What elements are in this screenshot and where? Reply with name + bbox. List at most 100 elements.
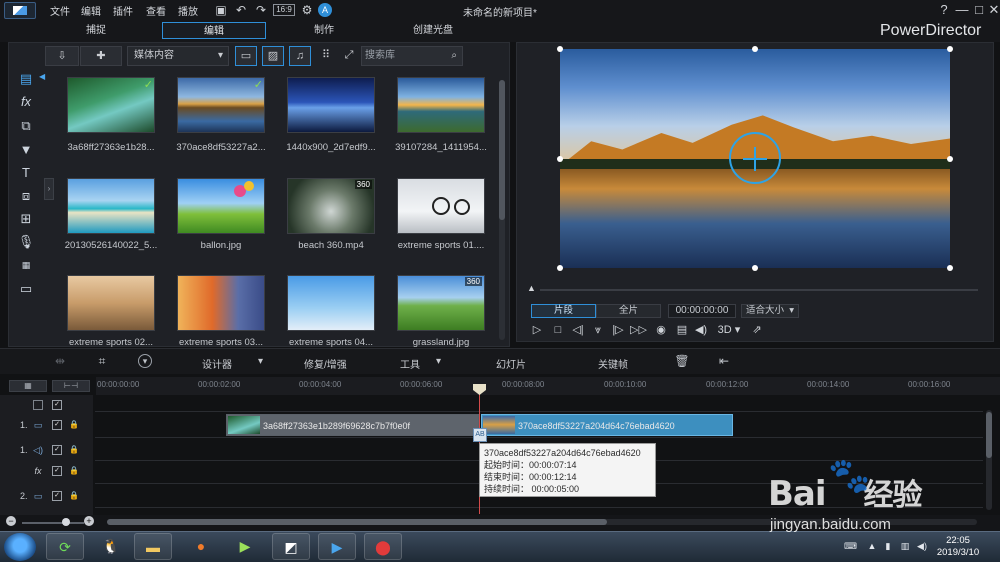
menu-view[interactable]: 查看 — [146, 3, 166, 18]
lock-icon[interactable]: 🔒 — [69, 466, 79, 476]
split-clip-icon[interactable]: ⇹ — [52, 353, 68, 369]
settings-icon[interactable]: ⚙ — [299, 2, 315, 18]
menu-plugins[interactable]: 插件 — [113, 3, 133, 18]
upgrade-icon[interactable]: A — [318, 3, 332, 17]
media-thumbnail[interactable]: 360 — [287, 178, 375, 234]
media-thumbnail[interactable] — [67, 178, 155, 234]
timecode-display[interactable]: 00:00:00:00 — [668, 304, 736, 318]
menu-playback[interactable]: 播放 — [178, 3, 198, 18]
tab-produce[interactable]: 制作 — [272, 22, 376, 39]
taskbar-app-360[interactable]: ⟳ — [46, 533, 84, 560]
transition-marker-icon[interactable]: AB — [473, 428, 487, 442]
timeline-clip-selected[interactable]: 370ace8df53227a204d64c76ebad4620 — [481, 414, 733, 436]
taskbar-app-player[interactable]: ▶ — [318, 533, 356, 560]
media-thumbnail[interactable]: ✓ — [177, 77, 265, 133]
fit-view-button[interactable]: ⤢ — [339, 46, 359, 66]
play-icon[interactable]: ▷ — [529, 323, 545, 337]
menu-edit[interactable]: 编辑 — [81, 3, 101, 18]
zoom-slider-knob[interactable] — [62, 518, 70, 526]
fit-timeline-button[interactable]: ⊢⊣ — [52, 380, 90, 392]
tab-create-disc[interactable]: 创建光盘 — [381, 22, 485, 39]
next-frame-icon[interactable]: |▷ — [610, 323, 626, 337]
pip-room-icon[interactable]: ⧉ — [17, 117, 35, 135]
track-enable-check[interactable]: ✓ — [52, 491, 62, 501]
track-manager-button[interactable]: ▦ — [9, 380, 47, 392]
chapter-room-icon[interactable]: ▦ — [17, 256, 35, 274]
timeline-clip[interactable]: 3a68ff27363e1b289f69628c7b7f0e0f — [226, 414, 479, 436]
media-room-icon[interactable]: ▤ — [17, 70, 35, 88]
close-button[interactable]: ✕ — [983, 1, 1000, 19]
voice-over-icon[interactable]: 🎙 — [17, 233, 35, 251]
library-search-input[interactable]: 搜索库 ⌕ — [361, 46, 463, 66]
3d-mode-button[interactable]: 3D ▾ — [716, 323, 742, 337]
preview-scrub-bar[interactable] — [540, 289, 978, 291]
grid-view-button[interactable]: ⠿ — [316, 46, 336, 66]
chevron-down-icon[interactable]: ▾ — [258, 356, 263, 367]
resize-handle[interactable] — [947, 265, 953, 271]
taskbar-app-explorer[interactable]: ▬ — [134, 533, 172, 560]
resize-handle[interactable] — [947, 156, 953, 162]
start-button[interactable] — [4, 533, 36, 561]
filter-audio-button[interactable]: ♫ — [289, 46, 311, 66]
resize-handle[interactable] — [947, 46, 953, 52]
slideshow-button[interactable]: 幻灯片 — [496, 356, 526, 371]
previous-frame-icon[interactable]: ◁| — [570, 323, 586, 337]
undock-icon[interactable]: ⇗ — [749, 323, 765, 337]
resize-handle[interactable] — [557, 156, 563, 162]
zoom-fit-select[interactable]: 适合大小 ▾ — [741, 304, 799, 318]
media-thumbnail[interactable] — [397, 178, 485, 234]
all-tracks-check[interactable]: ✓ — [52, 400, 62, 410]
save-icon[interactable]: ▣ — [213, 2, 229, 18]
lock-icon[interactable]: 🔒 — [69, 491, 79, 501]
volume-icon[interactable]: ◀) — [693, 323, 709, 337]
more-features-icon[interactable]: ⇤ — [716, 353, 732, 369]
tools-menu[interactable]: 工具 — [400, 356, 420, 371]
fast-forward-icon[interactable]: ▷▷ — [630, 323, 647, 337]
stop-icon[interactable]: □ — [550, 323, 566, 337]
media-thumbnail[interactable] — [177, 178, 265, 234]
filter-video-button[interactable]: ▭ — [235, 46, 257, 66]
transition-menu-icon[interactable]: ▾ — [138, 354, 152, 368]
media-thumbnail[interactable]: 360 — [397, 275, 485, 331]
lock-icon[interactable]: 🔒 — [69, 445, 79, 455]
fx-room-icon[interactable]: fx — [17, 93, 35, 111]
media-thumbnail[interactable]: ✓ — [67, 77, 155, 133]
zoom-slider[interactable] — [22, 522, 84, 524]
snapshot-icon[interactable]: ◉ — [653, 323, 669, 337]
resize-handle[interactable] — [752, 265, 758, 271]
undo-icon[interactable]: ↶ — [233, 2, 249, 18]
redo-icon[interactable]: ↷ — [253, 2, 269, 18]
split-icon[interactable]: ⩔ — [590, 323, 606, 337]
taskbar-app-media[interactable]: ▶ — [226, 533, 264, 560]
taskbar-app-recorder[interactable]: ⬤ — [364, 533, 402, 560]
keyframe-button[interactable]: 关键帧 — [598, 356, 628, 371]
taskbar-app-qq[interactable]: 🐧 — [92, 533, 130, 560]
resize-handle[interactable] — [557, 46, 563, 52]
media-thumbnail[interactable] — [397, 77, 485, 133]
track-enable-check[interactable]: ✓ — [52, 466, 62, 476]
all-tracks-toggle[interactable] — [33, 400, 43, 410]
track-enable-check[interactable]: ✓ — [52, 420, 62, 430]
media-thumbnail[interactable] — [287, 275, 375, 331]
zoom-out-icon[interactable]: − — [6, 516, 16, 526]
delete-icon[interactable]: 🗑 — [674, 353, 690, 369]
designer-menu[interactable]: 设计器 — [202, 356, 232, 371]
content-filter-select[interactable]: 媒体内容 ▾ — [127, 46, 229, 66]
aspect-ratio-icon[interactable]: 16:9 — [273, 4, 295, 16]
title-room-icon[interactable]: T — [17, 164, 35, 182]
track-enable-check[interactable]: ✓ — [52, 445, 62, 455]
filter-image-button[interactable]: ▨ — [262, 46, 284, 66]
chevron-down-icon[interactable]: ▾ — [436, 356, 441, 367]
crop-icon[interactable]: ⌗ — [94, 353, 110, 369]
import-media-button[interactable]: ⇩ — [45, 46, 79, 66]
scrub-head-icon[interactable]: ▲ — [527, 283, 536, 293]
transition-room-icon[interactable]: ⧈ — [17, 187, 35, 205]
movie-mode-button[interactable]: 全片 — [596, 304, 661, 318]
media-thumbnail[interactable] — [287, 77, 375, 133]
library-scrollbar-thumb[interactable] — [499, 80, 505, 220]
particle-room-icon[interactable]: ▼ — [17, 141, 35, 159]
taskbar-app-powerdirector[interactable]: ◩ — [272, 533, 310, 560]
fix-enhance-button[interactable]: 修复/增强 — [304, 356, 347, 371]
timeline-vertical-scrollbar-thumb[interactable] — [986, 412, 992, 458]
subtitle-room-icon[interactable]: ▭ — [17, 280, 35, 298]
